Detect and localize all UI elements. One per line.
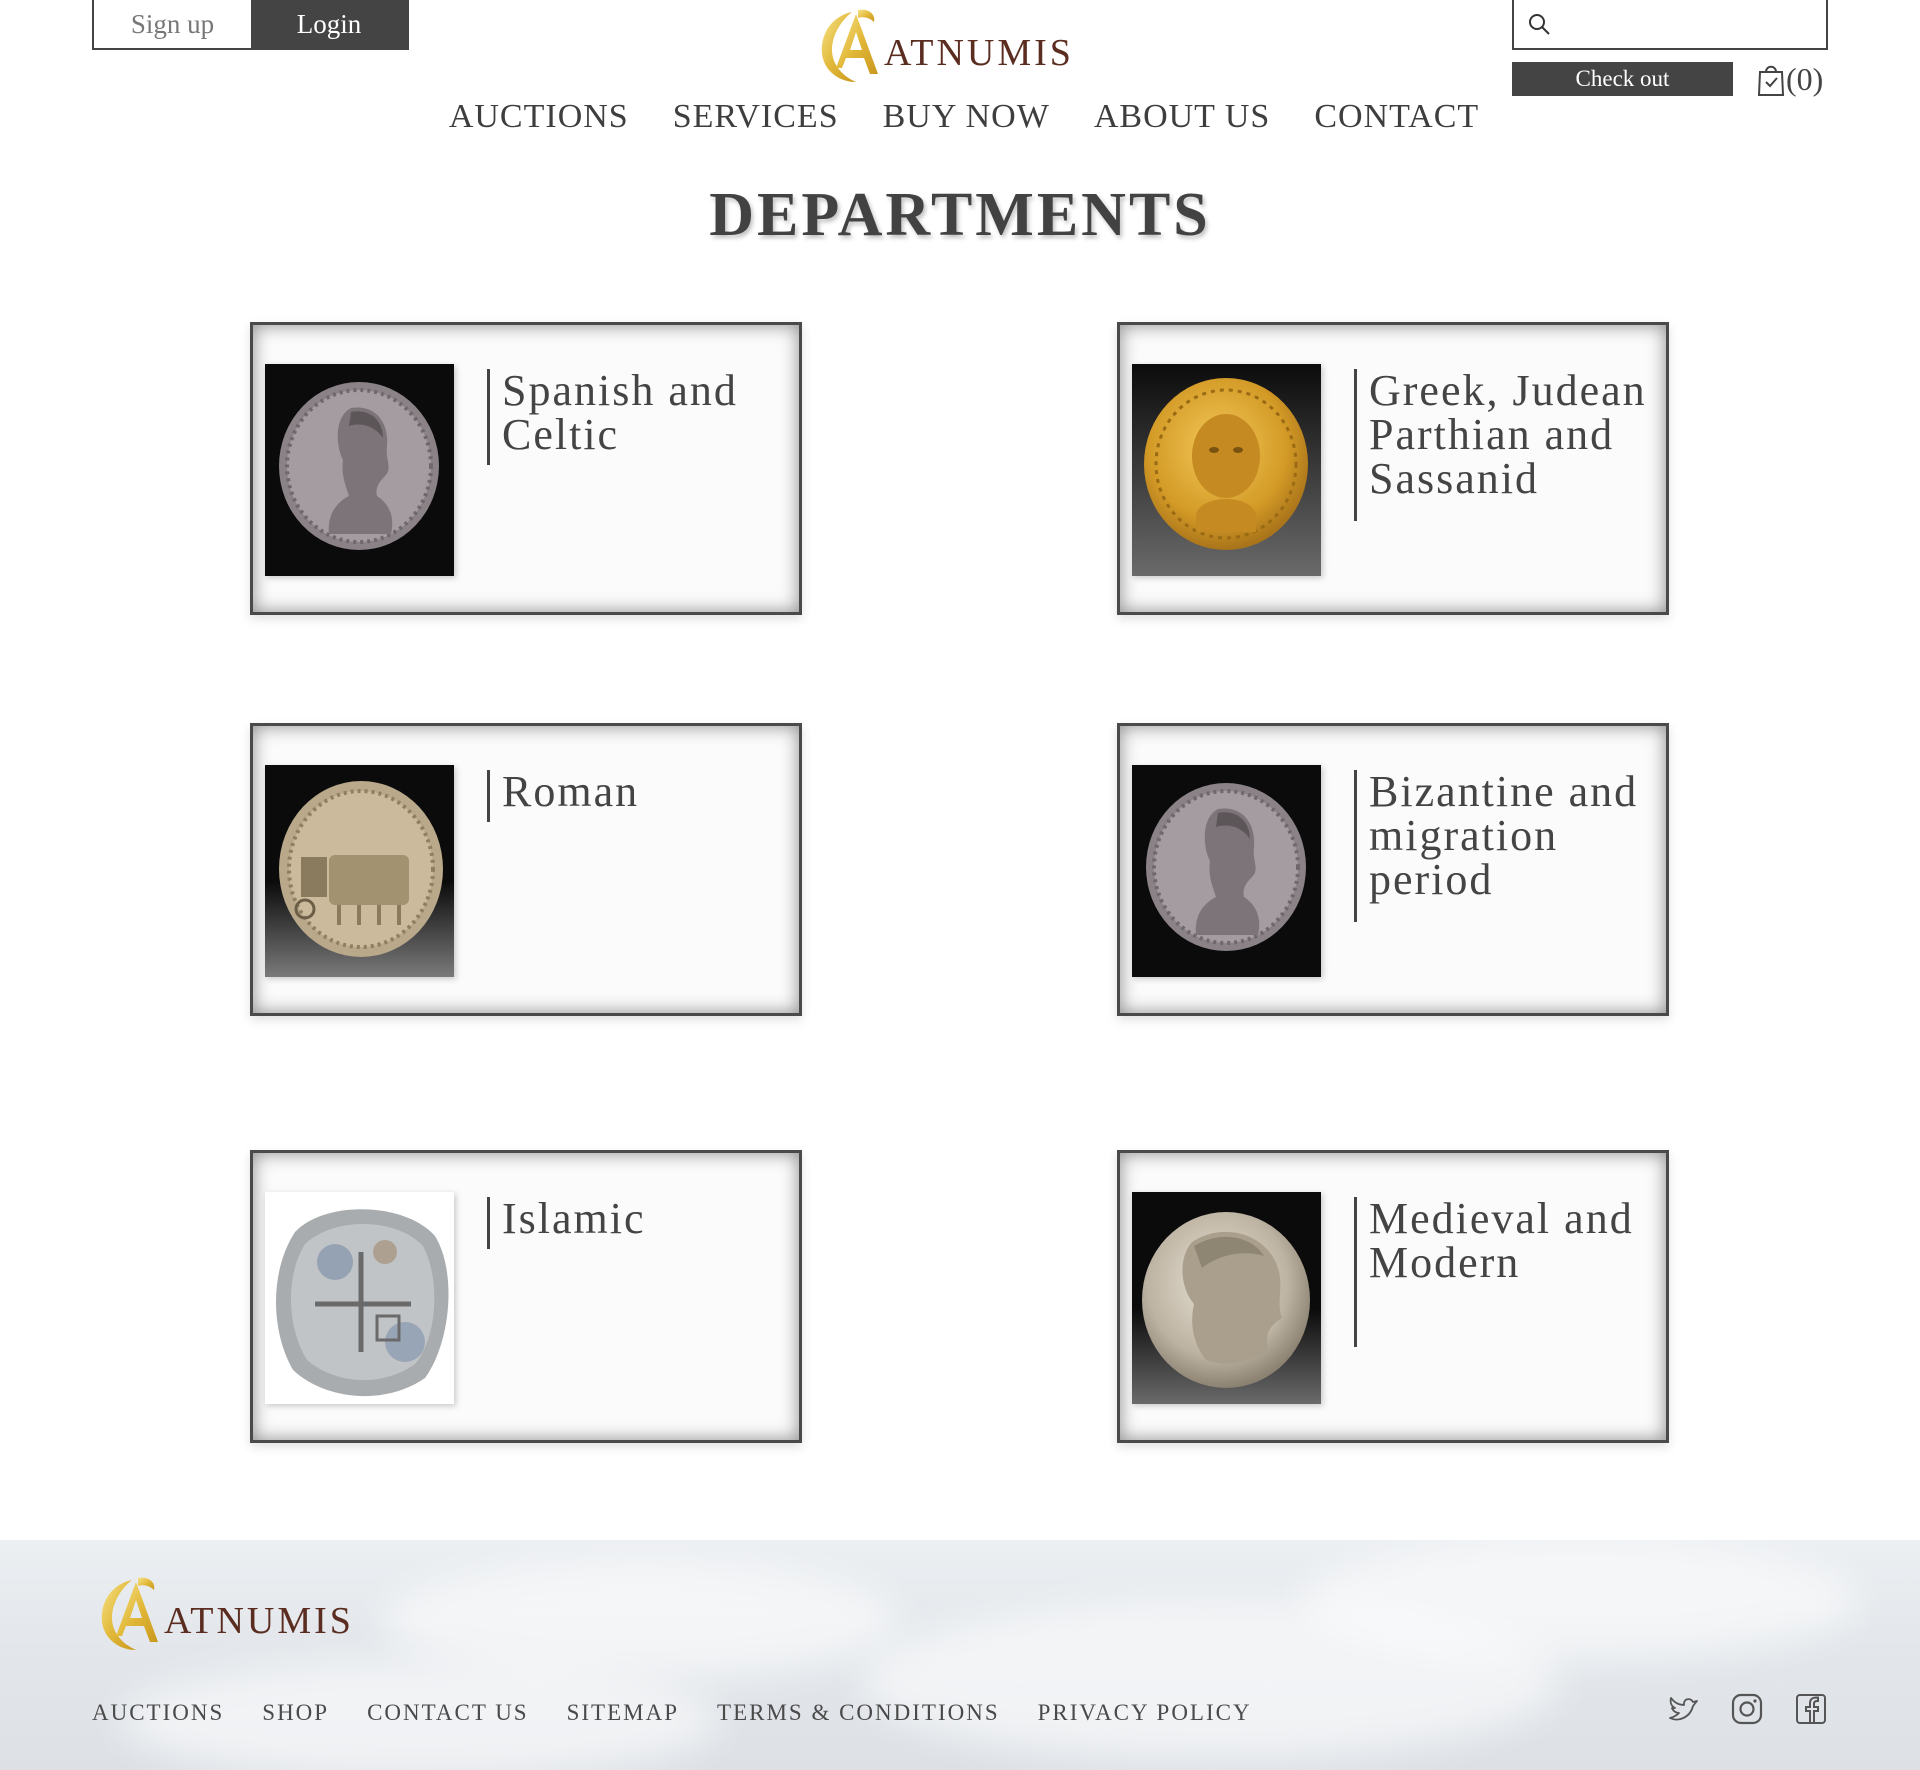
search-icon: [1529, 14, 1550, 35]
search-input[interactable]: [1558, 12, 1818, 36]
footer-logo-text: ATNUMIS: [164, 1600, 354, 1642]
cob-coin-image: [265, 1192, 454, 1404]
auth-buttons: Sign up Login: [92, 0, 409, 50]
department-card-spanish-celtic[interactable]: Spanish and Celtic: [250, 322, 802, 615]
cart[interactable]: (0): [1756, 60, 1823, 98]
gold-portrait-coin-image: [1132, 364, 1321, 576]
footer-link-auctions[interactable]: AUCTIONS: [92, 1700, 224, 1726]
silver-portrait-coin-image: [265, 364, 454, 576]
cart-count: (0): [1786, 60, 1824, 97]
department-card-islamic[interactable]: Islamic: [250, 1150, 802, 1443]
logo-text: ATNUMIS: [884, 32, 1074, 74]
quadriga-coin-image: [265, 765, 454, 977]
sign-up-button[interactable]: Sign up: [94, 0, 251, 48]
heracles-coin-image: [1132, 1192, 1321, 1404]
page-title: DEPARTMENTS: [709, 181, 1211, 249]
footer-link-terms[interactable]: TERMS & CONDITIONS: [717, 1700, 1000, 1726]
checkout-button[interactable]: Check out: [1512, 62, 1733, 96]
nav-buy-now[interactable]: BUY NOW: [883, 98, 1050, 136]
footer-link-sitemap[interactable]: SITEMAP: [567, 1700, 679, 1726]
twitter-icon[interactable]: [1666, 1692, 1700, 1726]
nav-contact[interactable]: CONTACT: [1314, 98, 1479, 136]
main-nav: AUCTIONS SERVICES BUY NOW ABOUT US CONTA…: [0, 98, 1920, 136]
department-card-bizantine[interactable]: Bizantine and migration period: [1117, 723, 1669, 1016]
site-logo[interactable]: ATNUMIS: [812, 4, 1112, 88]
department-label: Islamic: [487, 1197, 787, 1249]
department-label: Roman: [487, 770, 787, 822]
facebook-icon[interactable]: [1794, 1692, 1828, 1726]
department-card-medieval-modern[interactable]: Medieval and Modern: [1117, 1150, 1669, 1443]
nav-services[interactable]: SERVICES: [673, 98, 839, 136]
department-label: Greek, Judean Parthian and Sassanid: [1354, 369, 1654, 521]
nav-about-us[interactable]: ABOUT US: [1094, 98, 1270, 136]
footer-link-shop[interactable]: SHOP: [262, 1700, 329, 1726]
department-card-roman[interactable]: Roman: [250, 723, 802, 1016]
instagram-icon[interactable]: [1730, 1692, 1764, 1726]
department-label: Medieval and Modern: [1354, 1197, 1654, 1347]
shopping-bag-icon: [1757, 65, 1785, 96]
social-links: [1636, 1692, 1828, 1726]
search-box[interactable]: [1512, 0, 1828, 50]
footer-logo[interactable]: ATNUMIS: [92, 1572, 402, 1656]
department-label: Bizantine and migration period: [1354, 770, 1654, 922]
department-label: Spanish and Celtic: [487, 369, 787, 465]
footer-nav: AUCTIONS SHOP CONTACT US SITEMAP TERMS &…: [92, 1700, 1290, 1726]
silver-portrait-coin-image: [1132, 765, 1321, 977]
footer-link-contact-us[interactable]: CONTACT US: [367, 1700, 529, 1726]
footer-link-privacy[interactable]: PRIVACY POLICY: [1038, 1700, 1252, 1726]
department-card-greek-judean[interactable]: Greek, Judean Parthian and Sassanid: [1117, 322, 1669, 615]
footer: ATNUMIS AUCTIONS SHOP CONTACT US SITEMAP…: [0, 1540, 1920, 1770]
login-button[interactable]: Login: [251, 0, 407, 48]
nav-auctions[interactable]: AUCTIONS: [449, 98, 629, 136]
